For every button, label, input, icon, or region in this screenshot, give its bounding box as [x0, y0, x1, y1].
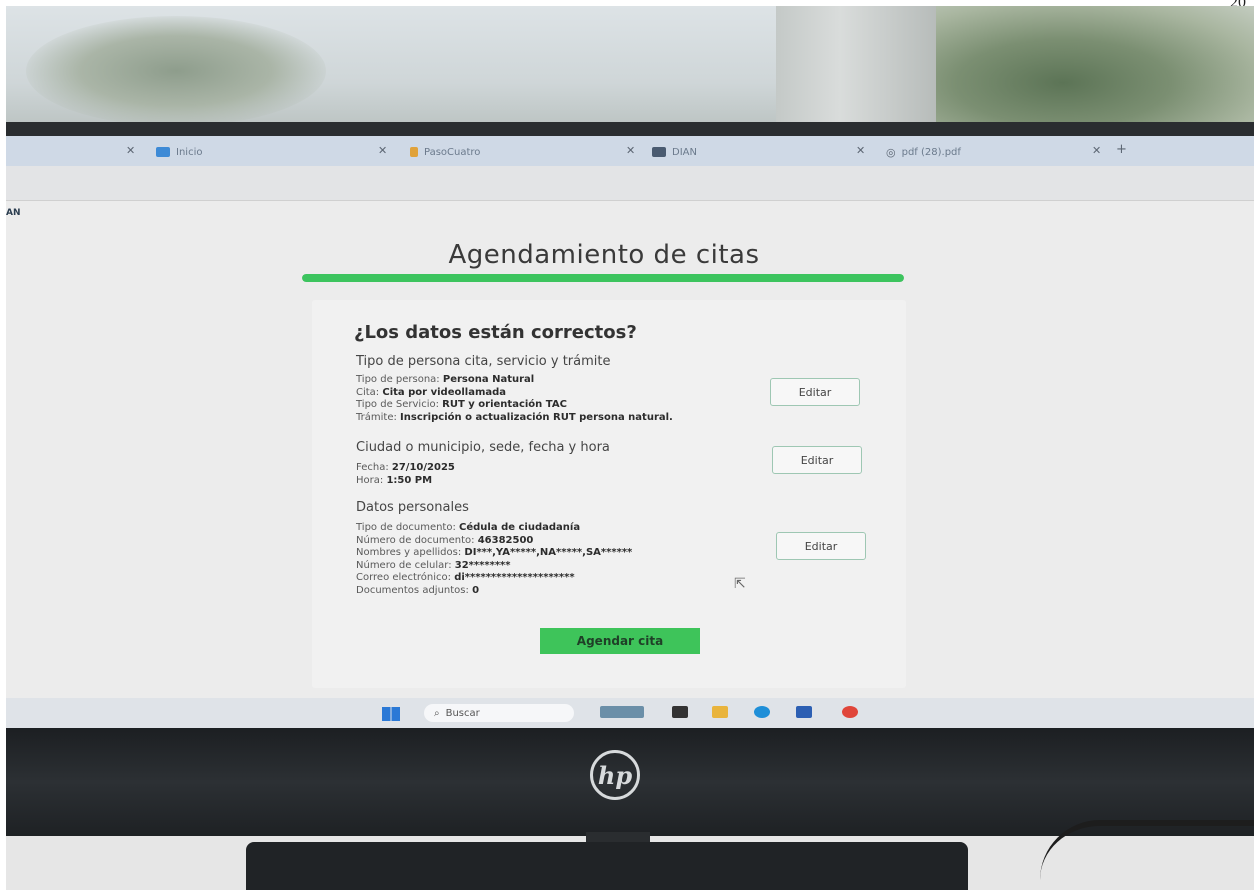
detail-label: Tipo de documento: [356, 522, 456, 533]
detail-label: Cita: [356, 386, 380, 398]
store-icon[interactable] [796, 706, 812, 718]
tab-inicio[interactable]: Inicio [156, 142, 202, 162]
section-title-service: Tipo de persona cita, servicio y trámite [356, 354, 611, 369]
detail-row: Trámite: Inscripción o actualización RUT… [356, 412, 673, 425]
edit-schedule-button[interactable]: Editar [772, 446, 862, 474]
tab-favicon-icon [652, 147, 666, 157]
window-pillar [776, 6, 936, 134]
detail-label: Número de celular: [356, 559, 452, 571]
close-icon[interactable]: ✕ [1092, 144, 1101, 157]
detail-row: Correo electrónico: di******************… [356, 572, 632, 585]
detail-value: 32******** [454, 559, 511, 571]
progress-fill [302, 274, 904, 282]
search-placeholder: Buscar [445, 707, 480, 719]
detail-value: Inscripción o actualización RUT persona … [400, 411, 673, 423]
tree-left [26, 16, 326, 126]
detail-row: Tipo de documento: Cédula de ciudadanía [356, 522, 632, 535]
task-view-icon[interactable] [672, 706, 688, 718]
tab-favicon-icon [156, 147, 170, 157]
tab-pdf[interactable]: ◎ pdf (28).pdf [886, 142, 961, 162]
section-title-personal: Datos personales [356, 500, 469, 515]
chrome-icon[interactable] [842, 706, 858, 718]
detail-value: DI***,YA*****,NA*****,SA****** [464, 547, 633, 558]
detail-row: Documentos adjuntos: 0 [356, 585, 632, 598]
detail-label: Trámite: [356, 411, 397, 423]
submit-appointment-button[interactable]: Agendar cita [540, 628, 700, 654]
hp-logo: hp [590, 750, 640, 800]
detail-value: 27/10/2025 [391, 462, 455, 473]
detail-value: Cita por videollamada [382, 386, 507, 398]
detail-row: Tipo de persona: Persona Natural [356, 374, 673, 387]
browser-toolbar [6, 166, 1254, 201]
confirmation-question: ¿Los datos están correctos? [354, 322, 637, 343]
tab-label: PasoCuatro [424, 146, 481, 158]
window-background-photo [6, 6, 1254, 134]
close-icon[interactable]: ✕ [626, 144, 635, 157]
cable [1040, 820, 1254, 896]
detail-value: Persona Natural [442, 374, 535, 385]
file-explorer-icon[interactable] [712, 706, 728, 718]
detail-row: Número de documento: 46382500 [356, 535, 632, 548]
detail-row: Cita: Cita por videollamada [356, 387, 673, 400]
personal-details: Tipo de documento: Cédula de ciudadanía … [356, 522, 632, 597]
monitor-stand [246, 842, 968, 890]
monitor-screen: ✕ Inicio ✕ PasoCuatro ✕ DIAN ✕ ◎ pdf (28… [6, 136, 1254, 728]
detail-value: RUT y orientación TAC [442, 399, 567, 410]
windows-start-icon[interactable] [382, 707, 400, 721]
widgets-icon[interactable] [600, 706, 644, 718]
tab-favicon-icon [410, 147, 418, 157]
detail-label: Hora: [356, 474, 384, 486]
detail-label: Tipo de persona: [356, 374, 440, 385]
detail-label: Nombres y apellidos: [356, 547, 462, 558]
detail-label: Tipo de Servicio: [356, 399, 439, 410]
progress-bar [302, 274, 904, 282]
tab-dian[interactable]: DIAN [652, 142, 697, 162]
edit-service-button[interactable]: Editar [770, 378, 860, 406]
tree-right [936, 6, 1254, 134]
close-icon[interactable]: ✕ [856, 144, 865, 157]
search-icon: ⌕ [434, 707, 440, 719]
edit-personal-button[interactable]: Editar [776, 532, 866, 560]
detail-label: Fecha: [356, 462, 389, 473]
globe-icon: ◎ [886, 145, 896, 159]
confirmation-card: ¿Los datos están correctos? Tipo de pers… [312, 300, 906, 688]
detail-row: Hora: 1:50 PM [356, 475, 455, 488]
service-details: Tipo de persona: Persona Natural Cita: C… [356, 374, 673, 424]
taskbar-search[interactable]: ⌕ Buscar [424, 704, 574, 722]
site-logo[interactable]: AN [6, 208, 21, 218]
section-title-schedule: Ciudad o municipio, sede, fecha y hora [356, 440, 610, 455]
new-tab-button[interactable]: + [1116, 142, 1127, 157]
detail-label: Documentos adjuntos: [356, 584, 469, 596]
page-title: Agendamiento de citas [448, 240, 760, 270]
edge-browser-icon[interactable] [754, 706, 770, 718]
detail-row: Nombres y apellidos: DI***,YA*****,NA***… [356, 547, 632, 560]
detail-value: 1:50 PM [386, 474, 433, 486]
detail-row: Tipo de Servicio: RUT y orientación TAC [356, 399, 673, 412]
close-icon[interactable]: ✕ [126, 144, 135, 157]
close-icon[interactable]: ✕ [378, 144, 387, 157]
detail-label: Correo electrónico: [356, 572, 451, 583]
detail-row: Fecha: 27/10/2025 [356, 462, 455, 475]
tab-label: DIAN [672, 146, 697, 158]
tab-label: Inicio [176, 146, 203, 158]
detail-row: Número de celular: 32******** [356, 560, 632, 573]
schedule-details: Fecha: 27/10/2025 Hora: 1:50 PM [356, 462, 455, 487]
detail-value: di********************* [454, 572, 575, 583]
detail-value: Cédula de ciudadanía [459, 522, 581, 533]
detail-value: 46382500 [477, 534, 534, 546]
detail-value: 0 [472, 584, 480, 596]
tab-label: pdf (28).pdf [901, 146, 961, 158]
tab-pasocuatro[interactable]: PasoCuatro [410, 142, 480, 162]
detail-label: Número de documento: [356, 534, 475, 546]
mouse-cursor-icon: ⇱ [734, 576, 746, 592]
windows-taskbar: ⌕ Buscar [6, 698, 1254, 728]
browser-tab-bar: ✕ Inicio ✕ PasoCuatro ✕ DIAN ✕ ◎ pdf (28… [6, 136, 1254, 166]
